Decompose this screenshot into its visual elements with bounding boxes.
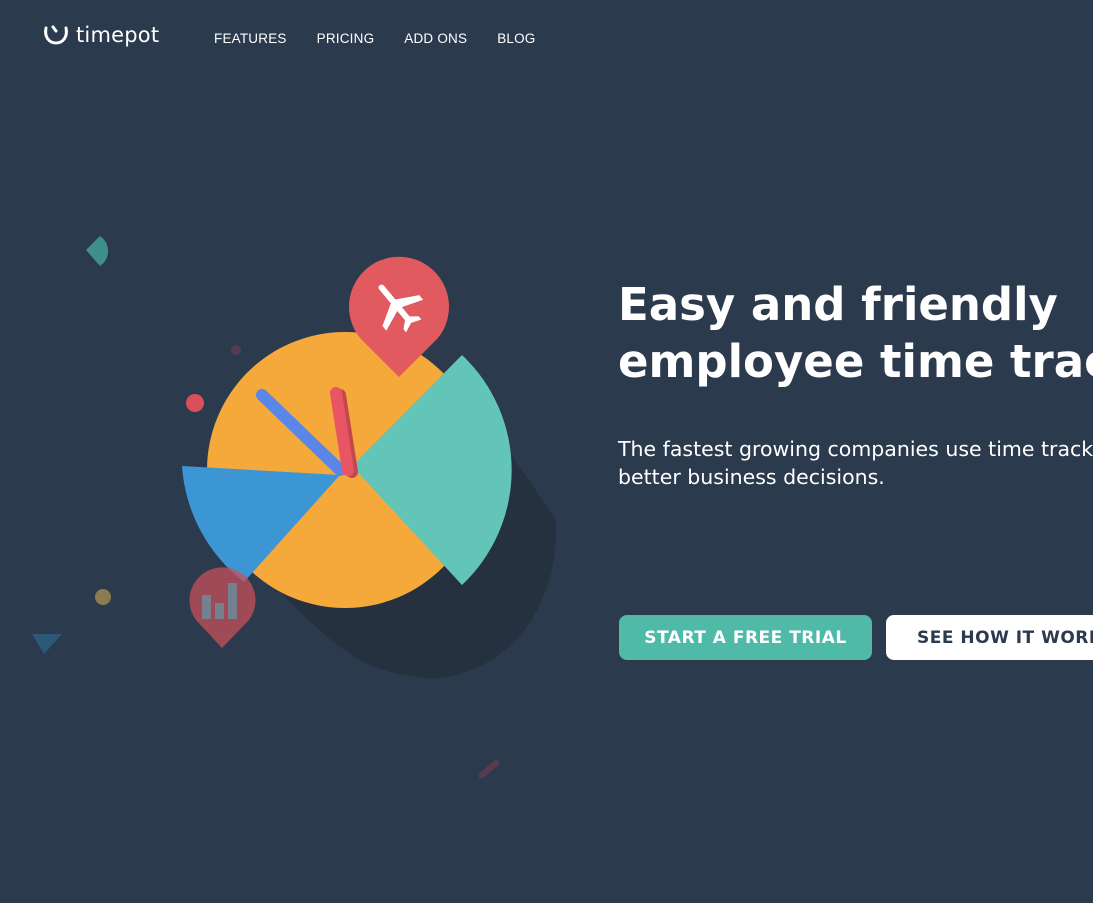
hero-subtitle: The fastest growing companies use time t…: [618, 435, 1093, 491]
landing-page: timepot FEATURES PRICING ADD ONS BLOG Ea…: [0, 0, 1093, 903]
confetti-dot-olive: [95, 589, 111, 605]
hero-illustration: [32, 236, 557, 779]
confetti-dash-lower: [478, 759, 500, 779]
confetti-triangle: [32, 634, 62, 654]
confetti-wedge: [86, 236, 109, 266]
hero-title-line-2: employee time tracking: [618, 335, 1093, 388]
hero-subtitle-line-1: The fastest growing companies use time t…: [618, 437, 1093, 461]
hero-title: Easy and friendly employee time tracking: [618, 276, 1093, 390]
confetti-dot-small: [231, 345, 241, 355]
start-free-trial-button[interactable]: START A FREE TRIAL: [619, 615, 872, 660]
report-pin: [189, 567, 256, 648]
hero-title-line-1: Easy and friendly: [618, 278, 1058, 331]
see-how-it-works-button[interactable]: SEE HOW IT WORKS: [886, 615, 1093, 660]
hero-subtitle-line-2: better business decisions.: [618, 465, 885, 489]
confetti-dot-red: [186, 394, 204, 412]
